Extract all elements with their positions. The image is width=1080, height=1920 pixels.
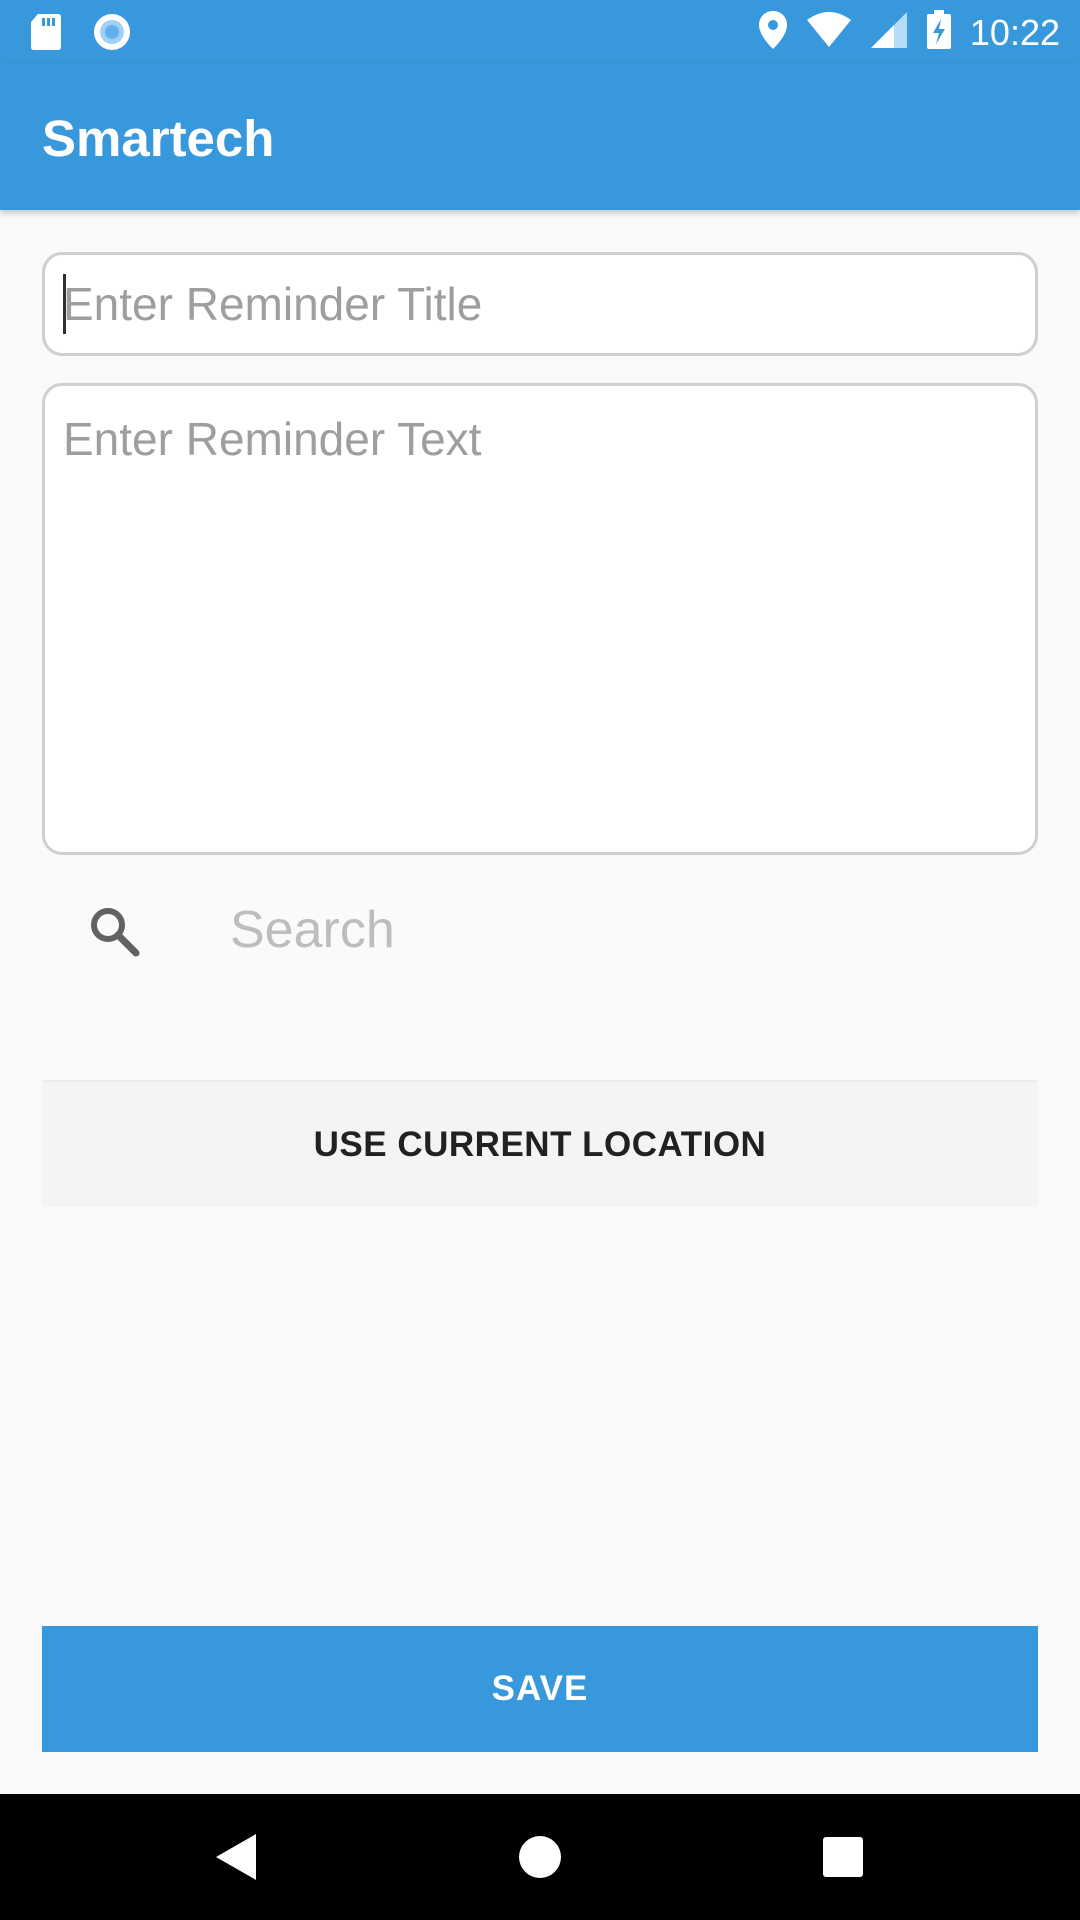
use-current-location-button[interactable]: USE CURRENT LOCATION [42,1080,1038,1207]
wifi-icon [806,12,852,53]
app-bar: Smartech [0,63,1080,210]
search-input[interactable] [230,890,1010,970]
status-clock: 10:22 [969,11,1060,53]
search-icon[interactable] [88,905,140,957]
sd-card-icon [30,13,62,56]
status-right-icons: 10:22 [758,10,1060,55]
save-button[interactable]: SAVE [42,1626,1038,1752]
location-search [42,880,1038,980]
reminder-text-input[interactable] [42,383,1038,855]
reminder-screen: 10:22 Smartech USE CURRENT LOCATION SAVE [0,0,1080,1920]
navigation-bar [0,1794,1080,1920]
text-cursor [63,274,66,334]
reminder-title-input[interactable] [42,252,1038,356]
home-icon[interactable] [507,1824,573,1890]
battery-charging-icon [926,10,952,55]
cell-signal-icon [870,11,908,54]
back-icon[interactable] [203,1824,269,1890]
location-pin-icon [758,10,788,55]
record-icon [92,12,132,57]
status-bar: 10:22 [0,0,1080,63]
recents-icon[interactable] [810,1824,876,1890]
status-left-icons [30,12,132,57]
app-title: Smartech [42,110,275,167]
